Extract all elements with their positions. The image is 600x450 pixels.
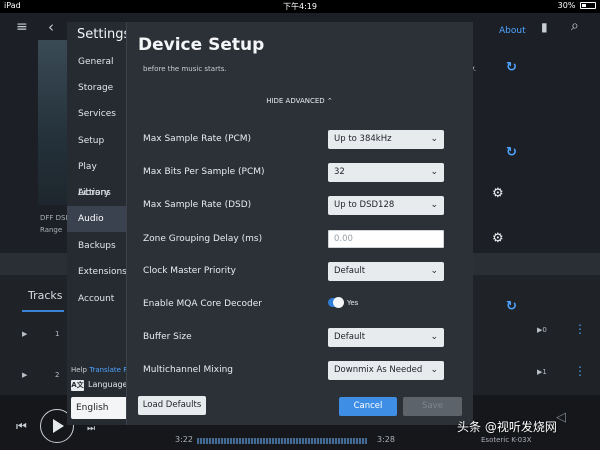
max-sample-rate-pcm-label: Max Sample Rate (PCM) xyxy=(143,134,252,144)
sidebar-item-extensions[interactable]: Extensions xyxy=(67,259,129,285)
track-stat: ▶1 xyxy=(537,368,547,376)
multichannel-mixing-label: Multichannel Mixing xyxy=(143,365,233,375)
battery-indicator: 30% xyxy=(558,1,596,10)
mqa-decoder-label: Enable MQA Core Decoder xyxy=(143,299,262,309)
volume-icon[interactable]: ◁ xyxy=(556,410,566,425)
track-stat-value: 0 xyxy=(542,326,547,334)
select-value: Up to 384kHz xyxy=(334,134,392,144)
chevron-down-icon: ⌄ xyxy=(430,200,438,210)
more-options-icon[interactable]: ⋮ xyxy=(574,365,586,377)
status-bar: iPad 下午4:19 30% xyxy=(0,0,600,13)
max-sample-rate-pcm-select[interactable]: Up to 384kHz ⌄ xyxy=(328,130,444,149)
refresh-icon[interactable]: ↻ xyxy=(506,145,517,160)
language-select[interactable]: English xyxy=(71,397,129,419)
language-row: A文 Language xyxy=(71,380,127,391)
hide-advanced-toggle[interactable]: HIDE ADVANCED ⌃ xyxy=(126,97,473,105)
cancel-button[interactable]: Cancel xyxy=(339,397,397,416)
max-bits-pcm-label: Max Bits Per Sample (PCM) xyxy=(143,167,265,177)
clock-master-priority-label: Clock Master Priority xyxy=(143,266,236,276)
album-art xyxy=(38,40,68,205)
chevron-down-icon: ⌄ xyxy=(430,134,438,144)
sidebar-item-library[interactable]: Library xyxy=(67,180,129,206)
watermark: 头条 @视听发烧网 xyxy=(457,420,557,434)
about-link[interactable]: About xyxy=(499,26,526,36)
language-label: Language xyxy=(88,380,128,389)
chevron-down-icon: ⌄ xyxy=(430,365,438,375)
sidebar-item-account[interactable]: Account xyxy=(67,286,129,312)
sidebar-item-backups[interactable]: Backups xyxy=(67,233,129,259)
translate-link[interactable]: Translate R xyxy=(89,366,128,374)
clock: 下午4:19 xyxy=(283,2,317,11)
chevron-down-icon: ⌄ xyxy=(430,167,438,177)
play-row-icon[interactable]: ▶ xyxy=(22,330,27,338)
bookmark-icon[interactable]: ▮ xyxy=(541,20,548,34)
track-number: 1 xyxy=(55,330,60,338)
sidebar-item-storage[interactable]: Storage xyxy=(67,75,129,101)
tab-tracks[interactable]: Tracks xyxy=(28,289,63,302)
max-sample-rate-dsd-select[interactable]: Up to DSD128 ⌄ xyxy=(328,196,444,215)
range-text: Range xyxy=(40,226,63,234)
sidebar-item-setup[interactable]: Setup xyxy=(67,128,129,154)
battery-percent: 30% xyxy=(557,1,576,10)
gear-icon[interactable]: ⚙ xyxy=(492,231,504,246)
sidebar-item-play-actions[interactable]: Play Actions xyxy=(67,154,129,198)
select-value: Up to DSD128 xyxy=(334,200,395,210)
zone-grouping-delay-input[interactable]: 0.00 xyxy=(328,230,444,248)
time-total: 3:28 xyxy=(377,435,395,444)
multichannel-mixing-select[interactable]: Downmix As Needed ⌄ xyxy=(328,361,444,380)
dialog-description: before the music starts. xyxy=(143,65,227,73)
buffer-size-label: Buffer Size xyxy=(143,332,192,342)
load-defaults-button[interactable]: Load Defaults xyxy=(138,396,206,415)
track-stat: ▶0 xyxy=(537,326,547,334)
zone-grouping-delay-label: Zone Grouping Delay (ms) xyxy=(143,234,263,244)
sidebar-item-audio[interactable]: Audio xyxy=(67,206,129,232)
tab-indicator xyxy=(22,310,64,312)
chevron-up-icon: ⌃ xyxy=(326,97,333,105)
battery-icon xyxy=(580,2,596,9)
track-number: 2 xyxy=(55,371,60,379)
gear-icon[interactable]: ⚙ xyxy=(492,186,504,201)
play-row-icon[interactable]: ▶ xyxy=(22,371,27,379)
track-stat-value: 1 xyxy=(542,368,547,376)
previous-track-icon[interactable]: ⏮ xyxy=(16,419,27,434)
save-button[interactable]: Save xyxy=(403,397,462,416)
sidebar-item-services[interactable]: Services xyxy=(67,101,129,127)
help-label: Help xyxy=(71,366,87,374)
hide-advanced-label: HIDE ADVANCED xyxy=(266,97,325,105)
translate-icon: A文 xyxy=(71,380,84,391)
max-bits-pcm-select[interactable]: 32 ⌄ xyxy=(328,163,444,182)
mqa-decoder-toggle[interactable] xyxy=(328,297,344,308)
refresh-icon[interactable]: ↻ xyxy=(506,299,517,314)
hamburger-menu-icon[interactable]: ≡ xyxy=(16,20,28,34)
output-device[interactable]: Esoteric K-03X xyxy=(481,436,531,444)
select-value: 32 xyxy=(334,167,345,177)
help-line: Help Translate R xyxy=(71,366,128,374)
search-icon[interactable]: ⌕ xyxy=(571,19,579,33)
more-options-icon[interactable]: ⋮ xyxy=(574,323,586,335)
mqa-decoder-value: Yes xyxy=(347,299,359,307)
back-chevron-icon[interactable]: ‹ xyxy=(48,20,54,35)
select-value: Default xyxy=(334,266,366,276)
dialog-title: Device Setup xyxy=(138,35,265,55)
refresh-icon[interactable]: ↻ xyxy=(506,60,517,75)
select-value: Downmix As Needed xyxy=(334,365,423,375)
settings-title: Settings xyxy=(77,27,131,42)
time-elapsed: 3:22 xyxy=(175,435,193,444)
next-track-icon[interactable]: ⏭ xyxy=(87,424,95,434)
sidebar-item-general[interactable]: General xyxy=(67,49,129,75)
seek-bar[interactable] xyxy=(197,438,367,444)
chevron-down-icon: ⌄ xyxy=(430,266,438,276)
chevron-down-icon: ⌄ xyxy=(430,332,438,342)
max-sample-rate-dsd-label: Max Sample Rate (DSD) xyxy=(143,200,252,210)
clock-master-priority-select[interactable]: Default ⌄ xyxy=(328,262,444,281)
select-value: Default xyxy=(334,332,366,342)
buffer-size-select[interactable]: Default ⌄ xyxy=(328,328,444,347)
